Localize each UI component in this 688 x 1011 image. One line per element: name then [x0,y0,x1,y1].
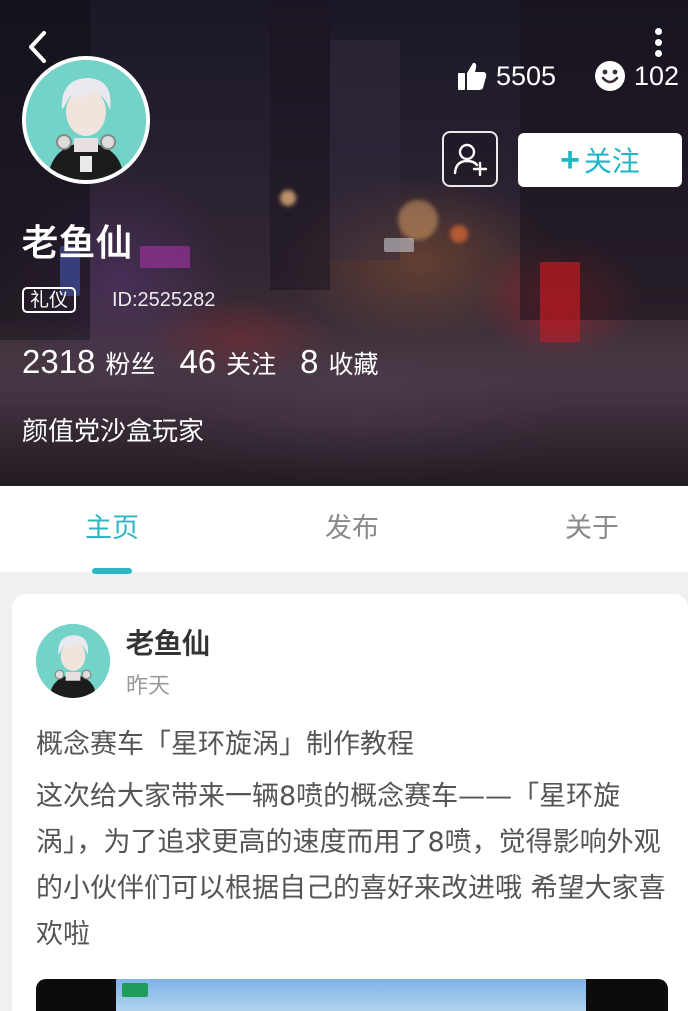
smiley-icon [595,61,625,91]
thumbs-up-icon [458,62,487,90]
post-author-avatar[interactable] [36,624,110,698]
avatar-illustration [36,624,110,698]
profile-counts: 2318 粉丝 46 关注 8 收藏 [22,343,403,381]
active-tab-indicator [92,568,132,574]
following-label[interactable]: 关注 [226,345,276,381]
avatar[interactable] [22,56,150,184]
user-id: ID:2525282 [112,289,216,311]
post-body[interactable]: 这次给大家带来一辆8喷的概念赛车——「星环旋涡」，为了追求更高的速度而用了8喷，… [36,774,676,958]
tab-bar: 主页 发布 关于 [0,486,688,572]
follow-label: 关注 [583,146,640,177]
followers-label[interactable]: 粉丝 [105,345,155,381]
back-arrow-icon[interactable] [22,28,56,66]
add-friend-button[interactable] [442,131,498,187]
avatar-illustration [26,60,146,180]
favorites-count[interactable]: 8 [300,343,318,381]
profile-name: 老鱼仙 [22,223,134,264]
post-image[interactable] [36,979,668,1011]
image-tag-icon [122,983,148,997]
add-friend-icon [453,143,488,177]
favorites-label[interactable]: 收藏 [329,345,379,381]
follow-button[interactable]: + 关注 [518,133,682,187]
user-badge: 礼仪 [22,287,77,313]
followers-count[interactable]: 2318 [22,343,95,381]
plus-icon: + [560,141,580,179]
tab-posts[interactable]: 发布 [272,486,432,572]
post-card[interactable]: 老鱼仙 昨天 概念赛车「星环旋涡」制作教程 这次给大家带来一辆8喷的概念赛车——… [12,594,688,1011]
post-author-name[interactable]: 老鱼仙 [126,622,210,662]
post-time: 昨天 [126,674,171,699]
post-title[interactable]: 概念赛车「星环旋涡」制作教程 [36,722,414,761]
smiles-stat[interactable]: 102 [594,56,679,96]
following-count[interactable]: 46 [179,343,216,381]
tab-about[interactable]: 关于 [512,486,672,572]
likes-count: 5505 [496,60,557,91]
likes-stat[interactable]: 5505 [456,56,556,96]
tab-home[interactable]: 主页 [32,486,192,572]
smiles-count: 102 [634,60,680,91]
profile-bio: 颜值党沙盒玩家 [22,417,205,447]
